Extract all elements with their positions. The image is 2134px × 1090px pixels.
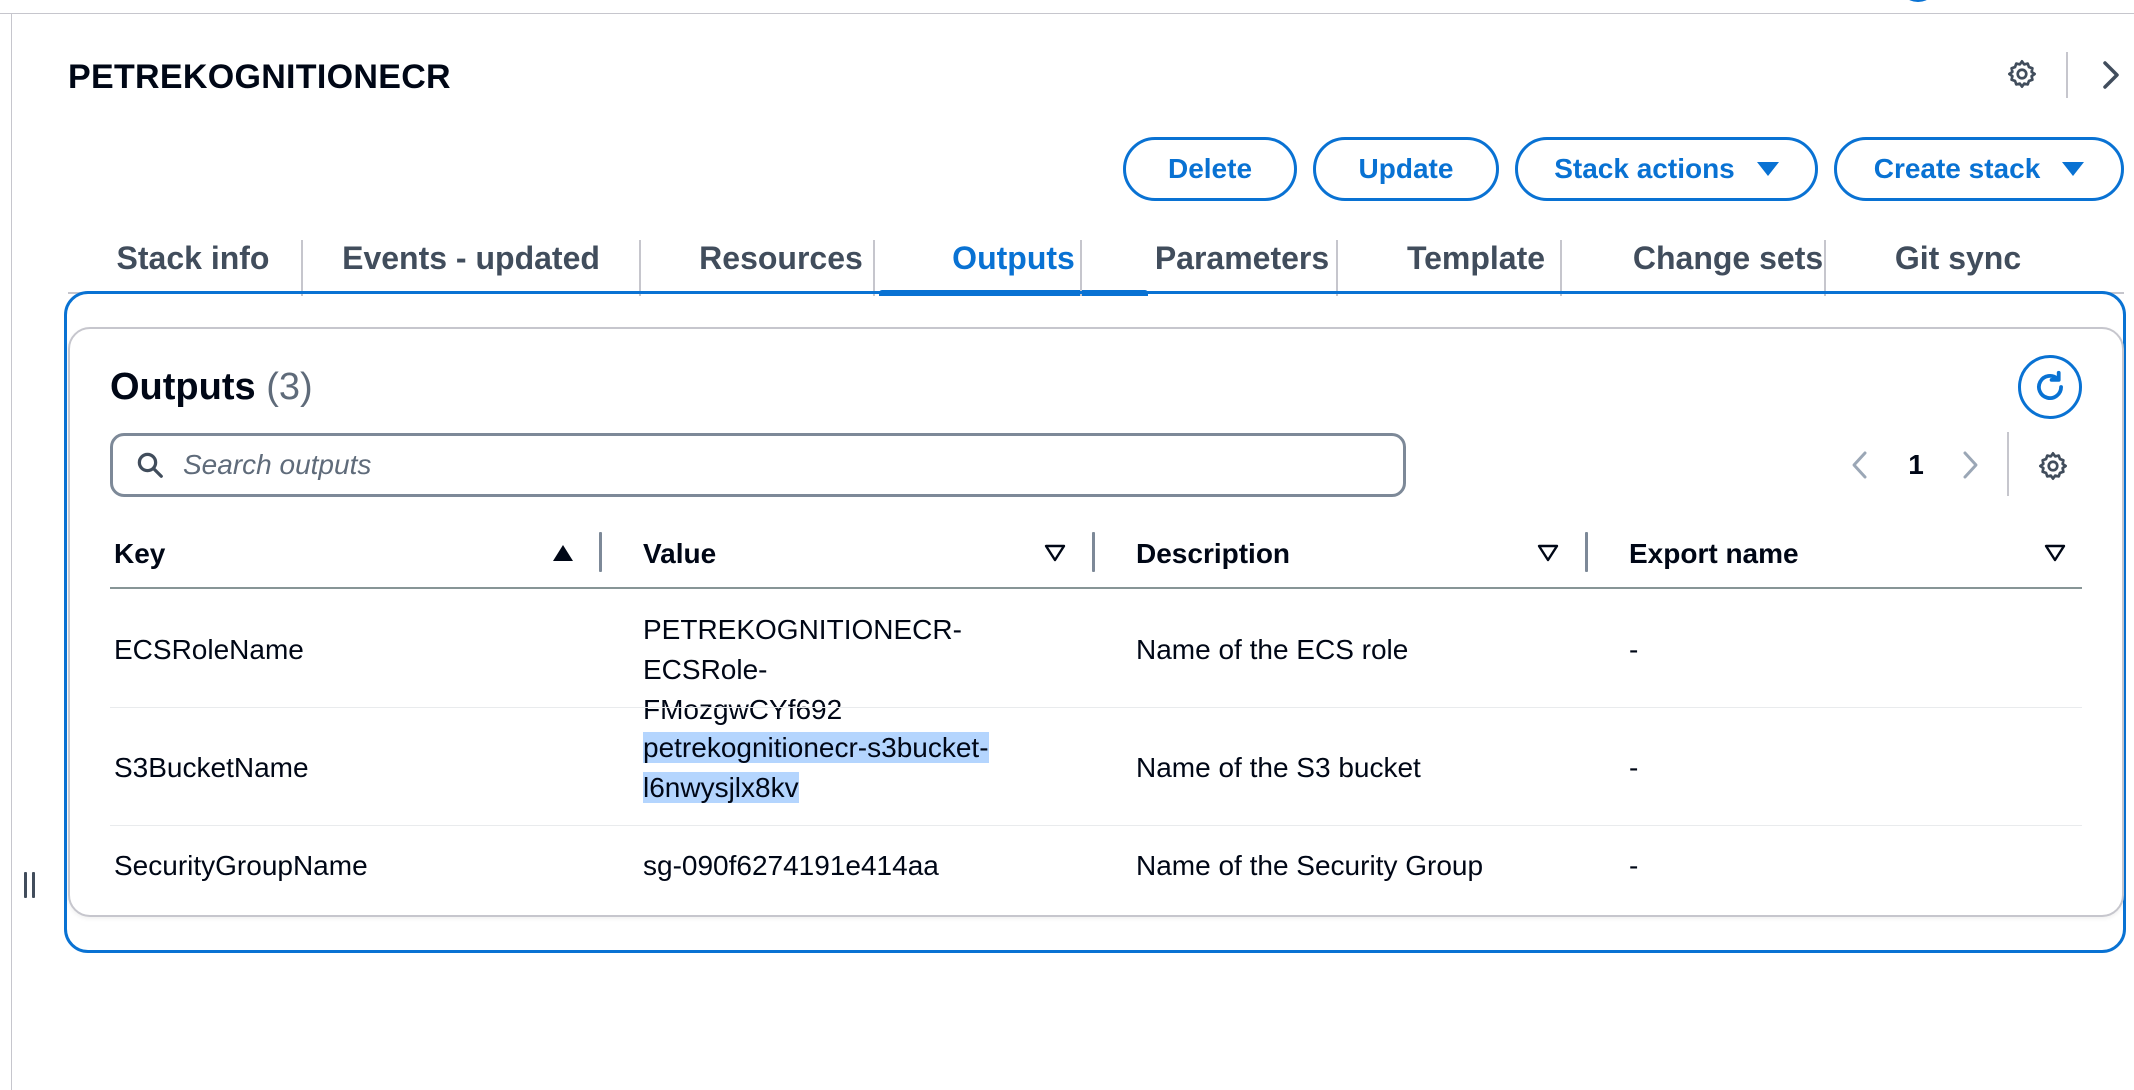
tab-separator [1824, 240, 1826, 296]
outputs-count: (3) [266, 366, 313, 408]
outputs-container [68, 327, 2124, 917]
tab-separator [1560, 240, 1562, 296]
refresh-button[interactable] [2018, 355, 2082, 419]
value-text: FMozgwCYf692 [643, 694, 843, 725]
chevron-right-icon[interactable] [1956, 448, 1984, 482]
column-header-key[interactable]: Key [114, 534, 165, 574]
left-divider [11, 13, 12, 1090]
top-divider [0, 13, 2134, 14]
table-cell-value: petrekognitionecr-s3bucket- l6nwysjlx8kv [643, 728, 1063, 808]
stack-actions-label: Stack actions [1554, 153, 1735, 184]
gear-icon[interactable] [2003, 55, 2041, 93]
table-cell-value: sg-090f6274191e414aa [643, 850, 939, 881]
delete-button-label: Delete [1167, 153, 1253, 184]
table-cell-export-name: - [1629, 752, 1639, 783]
gear-icon[interactable] [2034, 447, 2072, 485]
column-header-value[interactable]: Value [643, 534, 716, 574]
stack-tabs: Stack info Events - updated Resources Ou… [68, 222, 2124, 296]
column-header-export-name[interactable]: Export name [1629, 534, 1799, 574]
panel-resize-handle[interactable] [24, 872, 38, 898]
tab-separator [873, 240, 875, 296]
outputs-heading: Outputs (3) [110, 366, 313, 409]
chevron-left-icon[interactable] [1846, 448, 1874, 482]
row-divider [110, 707, 2082, 708]
page-title: PETREKOGNITIONECR [68, 58, 451, 96]
sort-icon[interactable] [1533, 538, 1563, 568]
tab-events[interactable]: Events - updated [330, 222, 612, 294]
chevron-right-icon[interactable] [2096, 56, 2126, 94]
column-header-description[interactable]: Description [1136, 534, 1290, 574]
table-cell-description: Name of the Security Group [1136, 850, 1484, 881]
value-text-selected: l6nwysjlx8kv [643, 772, 799, 803]
outputs-title: Outputs [110, 366, 256, 408]
tab-template[interactable]: Template [1348, 222, 1604, 294]
sort-ascending-icon[interactable] [548, 538, 578, 568]
pagination-divider [2007, 432, 2009, 496]
table-cell-export-name: - [1629, 850, 1639, 881]
sort-icon[interactable] [2040, 538, 2070, 568]
table-cell-key: SecurityGroupName [114, 850, 368, 881]
create-stack-label: Create stack [1873, 153, 2041, 184]
tab-separator [301, 240, 303, 296]
search-field[interactable] [110, 433, 1406, 497]
header-divider [2066, 52, 2068, 98]
refresh-icon [2037, 370, 2063, 400]
tab-separator [639, 240, 641, 296]
table-header-divider [110, 587, 2082, 589]
value-text: PETREKOGNITIONECR-ECSRole- [643, 614, 962, 685]
sort-icon[interactable] [1040, 538, 1070, 568]
table-cell-value: PETREKOGNITIONECR-ECSRole- FMozgwCYf692 [643, 610, 1063, 730]
tab-separator [1336, 240, 1338, 296]
search-icon [137, 452, 163, 478]
search-input[interactable] [183, 449, 1363, 481]
table-cell-key: S3BucketName [114, 752, 309, 783]
table-cell-key: ECSRoleName [114, 634, 304, 665]
tab-git-sync[interactable]: Git sync [1830, 222, 2086, 294]
table-cell-description: Name of the ECS role [1136, 634, 1409, 665]
update-button-label: Update [1358, 153, 1454, 184]
create-stack-button[interactable]: Create stack [1834, 137, 2124, 201]
column-resizer[interactable] [1585, 532, 1588, 572]
column-resizer[interactable] [1092, 532, 1095, 572]
table-cell-description: Name of the S3 bucket [1136, 752, 1421, 783]
delete-button[interactable]: Delete [1123, 137, 1297, 201]
value-text-selected: petrekognitionecr-s3bucket- [643, 732, 989, 763]
tab-separator [1080, 240, 1082, 296]
update-button[interactable]: Update [1313, 137, 1499, 201]
tab-stack-info[interactable]: Stack info [90, 222, 296, 294]
tab-resources[interactable]: Resources [668, 222, 894, 294]
current-page-number[interactable]: 1 [1904, 448, 1928, 482]
row-divider [110, 825, 2082, 826]
caret-down-icon [2062, 162, 2085, 176]
column-resizer[interactable] [599, 532, 602, 572]
stack-actions-button[interactable]: Stack actions [1515, 137, 1818, 201]
table-cell-export-name: - [1629, 634, 1639, 665]
caret-down-icon [1756, 162, 1779, 176]
notification-indicator [1898, 0, 1938, 2]
